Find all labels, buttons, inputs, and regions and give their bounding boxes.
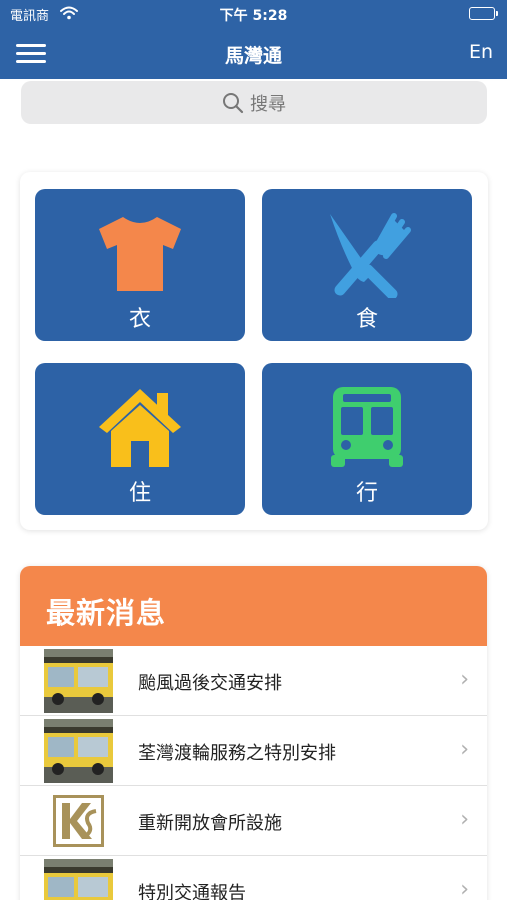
- category-housing-tile[interactable]: 住: [35, 363, 245, 515]
- category-label: 衣: [128, 307, 151, 332]
- chevron-right-icon: ›: [460, 807, 469, 832]
- clock: 下午 5:28: [219, 8, 288, 24]
- house-icon: [35, 377, 245, 477]
- category-label: 行: [355, 481, 378, 506]
- news-section: 最新消息 颱風過後交通安排 › 荃灣渡輪服務之特別安排 › 重新開放會所設施 ›…: [20, 566, 487, 900]
- status-bar: 電訊商 下午 5:28: [0, 0, 507, 28]
- bus-photo-thumbnail: [44, 859, 113, 900]
- shirt-icon: [35, 203, 245, 303]
- news-item[interactable]: 颱風過後交通安排 ›: [20, 646, 487, 716]
- chevron-right-icon: ›: [460, 877, 469, 900]
- news-title: 特別交通報告: [138, 883, 246, 900]
- category-food-tile[interactable]: 食: [262, 189, 472, 341]
- category-grid: 衣 食 住 行: [20, 172, 488, 530]
- news-title: 重新開放會所設施: [138, 813, 282, 834]
- bus-icon: [262, 377, 472, 477]
- news-item[interactable]: 荃灣渡輪服務之特別安排 ›: [20, 716, 487, 786]
- bus-photo-thumbnail: [44, 649, 113, 713]
- category-transport-tile[interactable]: 行: [262, 363, 472, 515]
- bus-photo-thumbnail: [44, 719, 113, 783]
- page-title: 馬灣通: [224, 45, 282, 67]
- news-title: 颱風過後交通安排: [138, 673, 282, 694]
- news-item[interactable]: 重新開放會所設施 ›: [20, 786, 487, 856]
- language-toggle-button[interactable]: En: [469, 41, 493, 63]
- category-label: 住: [128, 481, 151, 506]
- search-placeholder: 搜尋: [250, 93, 286, 115]
- battery-icon: [469, 7, 498, 20]
- category-label: 食: [355, 307, 378, 332]
- nav-bar: 馬灣通 En: [0, 28, 507, 79]
- chevron-right-icon: ›: [460, 737, 469, 762]
- chevron-right-icon: ›: [460, 667, 469, 692]
- search-icon: [222, 92, 244, 114]
- cutlery-icon: [262, 203, 472, 303]
- category-clothing-tile[interactable]: 衣: [35, 189, 245, 341]
- news-title: 荃灣渡輪服務之特別安排: [138, 743, 336, 764]
- news-header: 最新消息: [20, 566, 487, 646]
- search-bar[interactable]: 搜尋: [21, 81, 487, 124]
- ks-logo-thumbnail: [44, 789, 113, 853]
- news-item[interactable]: 特別交通報告 ›: [20, 856, 487, 900]
